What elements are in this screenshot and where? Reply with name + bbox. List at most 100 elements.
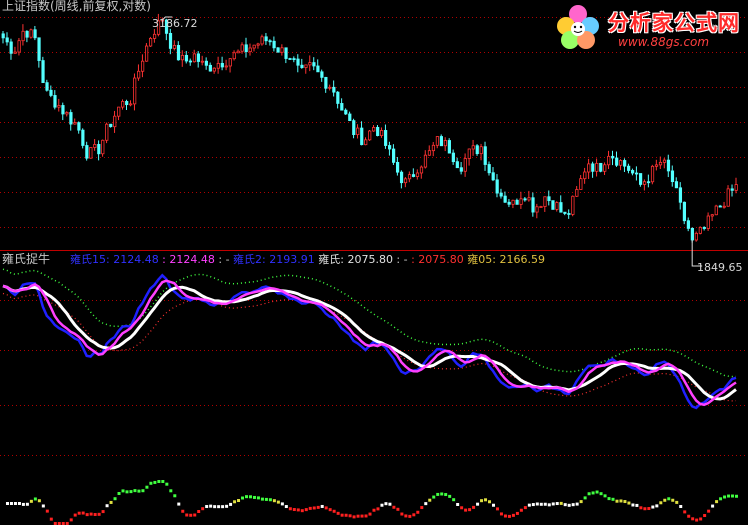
histogram-dot bbox=[595, 490, 599, 494]
candle-body bbox=[57, 105, 61, 108]
histogram-dot bbox=[619, 499, 623, 503]
candle-body bbox=[591, 163, 595, 172]
histogram-dot bbox=[145, 485, 149, 489]
candle-body bbox=[232, 52, 236, 60]
histogram-dot bbox=[519, 508, 523, 512]
candle-body bbox=[125, 101, 129, 106]
candle-body bbox=[180, 54, 185, 61]
histogram-dot bbox=[563, 503, 567, 507]
candle-body bbox=[105, 123, 109, 141]
candle-body bbox=[172, 45, 177, 49]
histogram-dot bbox=[245, 495, 249, 499]
site-logo: 分析家公式网 www.88gs.com bbox=[548, 2, 744, 54]
candle-body bbox=[535, 206, 539, 213]
histogram-dot bbox=[316, 505, 320, 509]
candle-body bbox=[523, 198, 527, 201]
histogram-dot bbox=[651, 505, 655, 509]
histogram-dot bbox=[149, 481, 153, 485]
histogram-dot bbox=[89, 512, 93, 516]
histogram-dot bbox=[575, 502, 579, 506]
candle-body bbox=[686, 220, 690, 229]
candle-body bbox=[376, 126, 380, 136]
candle-body bbox=[710, 214, 714, 217]
candle-body bbox=[511, 199, 515, 205]
histogram-dot bbox=[77, 511, 81, 515]
candle-body bbox=[682, 201, 687, 222]
candle-body bbox=[296, 58, 300, 66]
candle-body bbox=[184, 54, 189, 62]
candle-body bbox=[117, 106, 121, 117]
candle-body bbox=[37, 37, 41, 61]
candle-body bbox=[615, 157, 619, 166]
candle-body bbox=[583, 171, 587, 180]
candle-body bbox=[666, 159, 671, 172]
histogram-dot bbox=[356, 514, 360, 518]
main-chart-title: 上证指数(周线,前复权,对数) bbox=[2, 0, 151, 13]
histogram-dot bbox=[436, 492, 440, 496]
histogram-dot bbox=[611, 497, 615, 501]
candle-body bbox=[475, 145, 479, 155]
candle-body bbox=[543, 196, 547, 207]
candle-body bbox=[599, 162, 603, 172]
histogram-dot bbox=[392, 505, 396, 509]
blue-line bbox=[2, 273, 737, 410]
low-price-label: 1849.65 bbox=[697, 261, 743, 274]
histogram-dot bbox=[687, 514, 691, 518]
candle-body bbox=[101, 139, 105, 155]
histogram-dot bbox=[643, 507, 647, 511]
histogram-dot bbox=[348, 514, 352, 518]
histogram-dot bbox=[137, 489, 141, 493]
candle-body bbox=[81, 129, 85, 146]
histogram-dot bbox=[109, 500, 113, 504]
histogram-dot bbox=[213, 505, 217, 509]
candle-body bbox=[447, 140, 451, 154]
candle-body bbox=[332, 86, 336, 93]
candle-body bbox=[320, 71, 324, 78]
logo-title: 分析家公式网 bbox=[608, 11, 740, 35]
histogram-dot bbox=[161, 480, 165, 483]
candle-body bbox=[352, 120, 356, 136]
candle-body bbox=[204, 60, 208, 66]
histogram-dot bbox=[129, 490, 133, 494]
candle-body bbox=[650, 165, 655, 183]
candle-body bbox=[479, 146, 483, 155]
candle-body bbox=[89, 147, 93, 159]
histogram-dot bbox=[559, 501, 563, 505]
candle-body bbox=[5, 37, 9, 43]
histogram-dot bbox=[627, 501, 631, 505]
histogram-dot bbox=[225, 504, 229, 508]
candle-body bbox=[587, 163, 591, 173]
candle-body bbox=[603, 164, 607, 172]
candle-body bbox=[145, 45, 149, 62]
candle-body bbox=[658, 161, 663, 166]
candle-body bbox=[208, 64, 212, 72]
candle-body bbox=[216, 62, 220, 69]
histogram-dot bbox=[679, 505, 683, 509]
candle-body bbox=[93, 144, 97, 148]
candle-body bbox=[256, 43, 260, 46]
histogram-dot bbox=[711, 504, 715, 508]
histogram-dot bbox=[185, 513, 189, 517]
candle-body bbox=[395, 161, 400, 173]
histogram-dot bbox=[587, 492, 591, 496]
histogram-dot bbox=[567, 503, 571, 507]
candle-body bbox=[276, 47, 280, 53]
candle-body bbox=[706, 215, 710, 229]
candle-body bbox=[670, 170, 675, 183]
legend-item: 雍氏2: 2193.91 bbox=[233, 253, 315, 266]
histogram-dot bbox=[484, 498, 488, 502]
histogram-dot bbox=[384, 502, 388, 506]
candle-body bbox=[563, 211, 567, 214]
candle-body bbox=[360, 127, 364, 146]
candle-body bbox=[372, 126, 376, 132]
histogram-dot bbox=[288, 507, 292, 511]
candle-body bbox=[200, 60, 204, 63]
histogram-dot bbox=[328, 508, 332, 512]
histogram-dot bbox=[583, 496, 587, 500]
histogram-dot bbox=[241, 496, 245, 500]
candle-body bbox=[97, 144, 101, 155]
candle-body bbox=[559, 202, 563, 213]
histogram-dot bbox=[715, 500, 719, 504]
candle-body bbox=[220, 62, 224, 68]
histogram-dot bbox=[272, 499, 276, 503]
